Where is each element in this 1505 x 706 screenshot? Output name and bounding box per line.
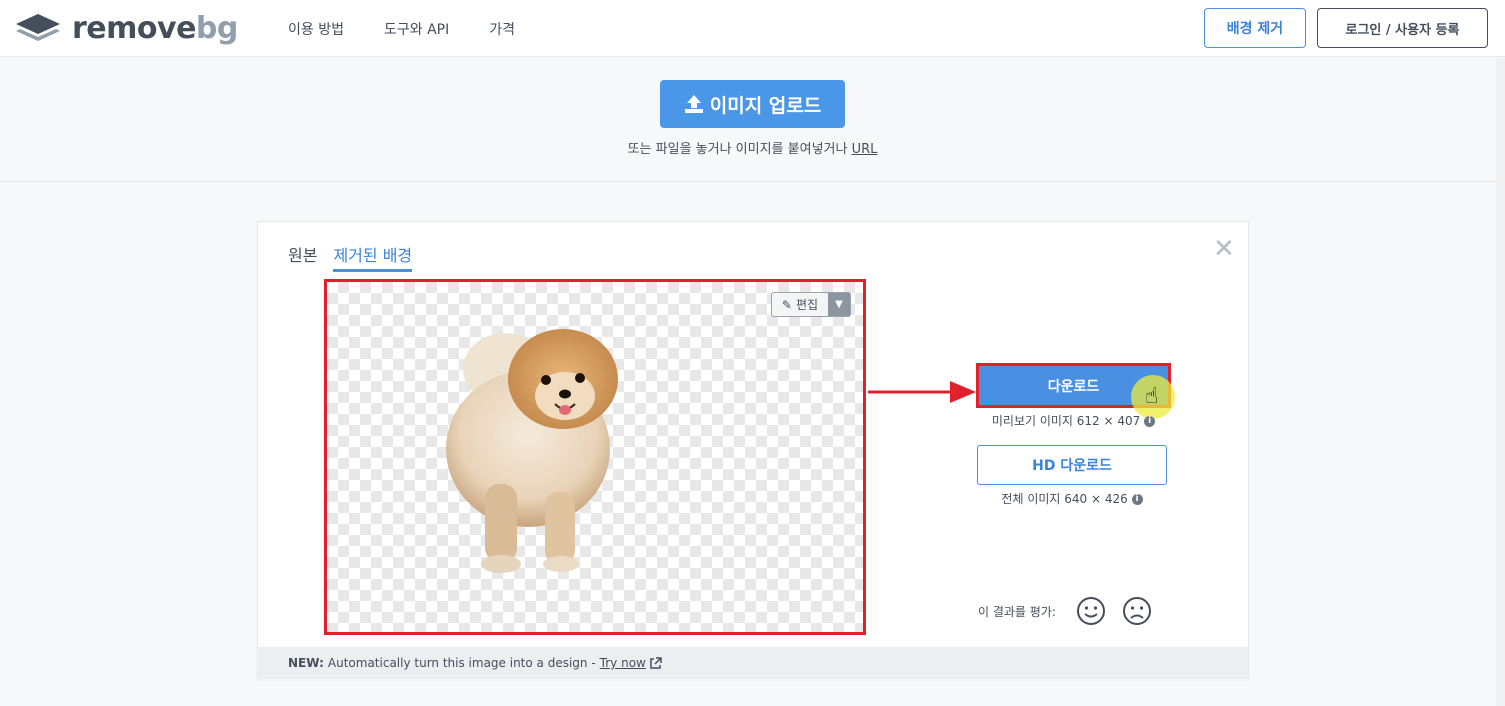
login-signup-button[interactable]: 로그인 / 사용자 등록 [1317,8,1488,48]
nav-how-to-use[interactable]: 이용 방법 [288,19,344,39]
external-link-icon [650,656,662,669]
nav-pricing[interactable]: 가격 [489,19,515,39]
red-arrow-annotation [868,381,976,403]
try-now-link[interactable]: Try now [600,656,646,670]
main-nav: 이용 방법 도구와 API 가격 [288,0,555,57]
hd-download-button[interactable]: HD 다운로드 [977,445,1167,485]
upload-section: 이미지 업로드 또는 파일을 놓거나 이미지를 붙여넣거나 URL [0,58,1505,182]
edit-label: 편집 [795,298,819,312]
tab-original[interactable]: 원본 [288,242,317,272]
result-tabs: 원본 제거된 배경 [288,242,428,272]
hand-cursor-icon: ☝ [1145,384,1159,409]
edit-button[interactable]: ✎ 편집 [772,293,828,316]
preview-image-info: 미리보기 이미지 612 × 407 i [976,412,1171,429]
top-header: removebg 이용 방법 도구와 API 가격 배경 제거 로그인 / 사용… [0,0,1505,57]
upload-url-link[interactable]: URL [852,142,878,157]
nav-tools-api[interactable]: 도구와 API [384,19,449,39]
info-icon[interactable]: i [1144,416,1156,427]
dog-cutout-image [446,329,618,573]
smiley-face-icon[interactable] [1076,596,1106,626]
preview-info-text: 미리보기 이미지 612 × 407 [991,414,1141,428]
logo-text-bg: bg [195,11,238,46]
upload-hint-text: 또는 파일을 놓거나 이미지를 붙여넣거나 [627,142,848,157]
upload-button-label: 이미지 업로드 [709,94,822,117]
rate-label: 이 결과를 평가: [978,604,1056,619]
brush-icon: ✎ [781,297,792,312]
footer-new-label: NEW: [288,656,324,670]
footer-text: Automatically turn this image into a des… [327,656,596,670]
result-card: 원본 제거된 배경 ✕ ✎ 편집 ▼ 다운로드 ☝ 미리보기 이미지 612 ×… [257,221,1249,679]
rate-result: 이 결과를 평가: [978,596,1160,626]
remove-background-button[interactable]: 배경 제거 [1204,8,1306,48]
layers-logo-icon [16,14,60,41]
card-footer-banner: NEW: Automatically turn this image into … [258,647,1248,679]
chevron-down-icon[interactable]: ▼ [828,293,850,316]
frowning-face-icon[interactable] [1122,596,1152,626]
result-preview-image: ✎ 편집 ▼ [324,279,866,635]
page-scrollbar[interactable] [1496,58,1505,706]
tab-removed-background[interactable]: 제거된 배경 [333,242,413,272]
edit-dropdown-button[interactable]: ✎ 편집 ▼ [771,292,851,317]
info-icon[interactable]: i [1131,494,1143,505]
removebg-logo[interactable]: removebg [16,12,238,46]
full-image-info: 전체 이미지 640 × 426 i [977,490,1167,507]
logo-text-remove: remove [72,11,196,46]
close-icon[interactable]: ✕ [1213,236,1235,262]
upload-hint: 또는 파일을 놓거나 이미지를 붙여넣거나 URL [0,138,1505,157]
upload-icon [684,95,703,113]
upload-image-button[interactable]: 이미지 업로드 [660,80,845,128]
full-info-text: 전체 이미지 640 × 426 [1001,492,1128,506]
